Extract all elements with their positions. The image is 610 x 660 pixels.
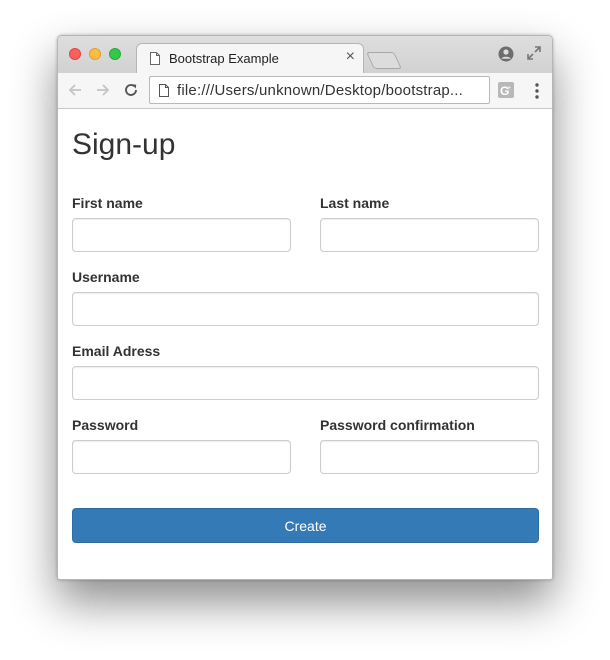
new-tab-button[interactable] <box>366 52 402 69</box>
password-confirmation-label: Password confirmation <box>320 417 475 433</box>
page-content: Sign-up First name Last name Username Em… <box>58 110 552 579</box>
document-icon <box>150 52 160 65</box>
password-label: Password <box>72 417 139 433</box>
browser-window: Bootstrap Example × file:///Users/unknow… <box>57 35 553 580</box>
browser-tab[interactable]: Bootstrap Example × <box>136 43 364 74</box>
last-name-label: Last name <box>320 195 390 211</box>
address-bar[interactable]: file:///Users/unknown/Desktop/bootstrap.… <box>149 76 490 104</box>
url-text: file:///Users/unknown/Desktop/bootstrap.… <box>177 82 464 99</box>
extension-icon[interactable]: G + <box>498 82 514 98</box>
first-name-label: First name <box>72 195 143 211</box>
email-label: Email Adress <box>72 343 161 359</box>
forward-icon[interactable] <box>94 81 112 99</box>
window-maximize-button[interactable] <box>109 48 121 60</box>
reload-icon[interactable] <box>122 81 140 99</box>
browser-toolbar: file:///Users/unknown/Desktop/bootstrap.… <box>58 73 552 109</box>
page-info-icon[interactable] <box>159 84 169 97</box>
password-confirmation-input[interactable] <box>320 440 539 474</box>
password-input[interactable] <box>72 440 291 474</box>
menu-icon[interactable] <box>534 82 540 100</box>
tab-strip: Bootstrap Example × <box>58 36 552 74</box>
profile-icon[interactable] <box>498 46 514 62</box>
svg-text:+: + <box>507 85 511 92</box>
back-icon[interactable] <box>66 81 84 99</box>
create-button[interactable]: Create <box>72 508 539 543</box>
page-title: Sign-up <box>72 128 176 161</box>
tab-title: Bootstrap Example <box>169 51 279 66</box>
fullscreen-icon[interactable] <box>526 45 542 61</box>
username-label: Username <box>72 269 140 285</box>
window-minimize-button[interactable] <box>89 48 101 60</box>
tab-close-icon[interactable]: × <box>346 49 355 65</box>
email-input[interactable] <box>72 366 539 400</box>
username-input[interactable] <box>72 292 539 326</box>
window-close-button[interactable] <box>69 48 81 60</box>
last-name-input[interactable] <box>320 218 539 252</box>
first-name-input[interactable] <box>72 218 291 252</box>
